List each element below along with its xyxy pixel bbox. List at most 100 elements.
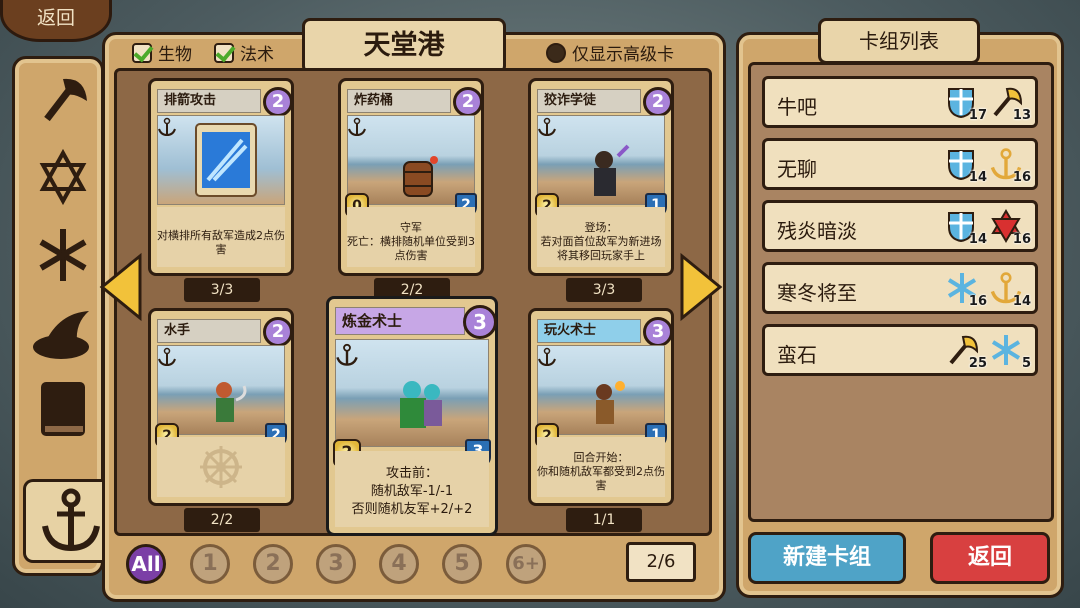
anchor-icon	[348, 117, 366, 137]
deck-name: 蛮石	[777, 343, 817, 367]
card-name: 炼金术士	[335, 307, 465, 335]
axe-icon	[44, 78, 87, 122]
check-icon	[132, 42, 152, 63]
anchor-icon	[538, 347, 556, 367]
hat-tab[interactable]	[25, 299, 101, 367]
faction-count: 14	[1012, 294, 1031, 309]
card-cost: 2	[263, 317, 293, 347]
pager-cost-1[interactable]: 1	[190, 544, 230, 584]
card-count: 1/1	[566, 508, 642, 532]
deck-name: 残炎暗淡	[777, 219, 857, 243]
card-description: 守军 死亡：横排随机单位受到3点伤害	[347, 207, 475, 267]
anchor-icon	[158, 117, 176, 137]
card-cost: 3	[463, 305, 497, 339]
deck-name: 寒冬将至	[777, 281, 857, 305]
star-icon: 16	[989, 209, 1031, 247]
pager-cost-2[interactable]: 2	[253, 544, 293, 584]
card-item-selected[interactable]: 炼金术士 3 2 3 攻击前： 随机敌军-1/-1 否则随机友军+2/+2	[326, 296, 498, 536]
filter-spell[interactable]: 法术	[214, 40, 274, 65]
faction-count: 13	[1012, 108, 1031, 123]
card-name: 水手	[157, 319, 261, 343]
snowflake-tab[interactable]	[25, 221, 101, 289]
deck-item[interactable]: 寒冬将至 16 14	[762, 262, 1038, 314]
pager-cost-5[interactable]: 5	[442, 544, 482, 584]
filter-creature[interactable]: 生物	[132, 40, 192, 65]
card-count: 3/3	[566, 278, 642, 302]
filter-spell-label: 法术	[240, 45, 274, 65]
deck-list-title: 卡组列表	[818, 18, 980, 64]
faction-count: 17	[968, 108, 987, 123]
anchor-icon	[158, 347, 176, 367]
deck-item[interactable]: 残炎暗淡 14 16	[762, 200, 1038, 252]
card-description: 回合开始： 你和随机敌军都受到2点伤害	[537, 437, 665, 497]
card-cost: 2	[453, 87, 483, 117]
next-page-arrow[interactable]	[678, 252, 724, 322]
card-name: 排箭攻击	[157, 89, 261, 113]
deck-name: 牛吧	[777, 95, 817, 119]
faction-count: 25	[968, 356, 987, 371]
axe-icon: 13	[989, 85, 1031, 123]
book-icon	[41, 382, 85, 436]
snowflake-icon: 16	[945, 271, 987, 309]
wizard-hat-icon	[33, 311, 89, 359]
card-cost: 2	[263, 87, 293, 117]
shield-icon: 14	[945, 209, 987, 247]
back-button[interactable]: 返回	[930, 532, 1050, 584]
card-name: 狡诈学徒	[537, 89, 641, 113]
faction-count: 5	[1021, 356, 1031, 371]
filter-advanced-label: 仅显示高级卡	[572, 45, 674, 65]
faction-count: 14	[968, 232, 987, 247]
snowflake-icon	[39, 229, 87, 281]
card-description: 攻击前： 随机敌军-1/-1 否则随机友军+2/+2	[335, 451, 489, 527]
radio-icon	[546, 42, 566, 63]
pager-cost-4[interactable]: 4	[379, 544, 419, 584]
prev-page-arrow[interactable]	[98, 252, 144, 322]
card-item[interactable]: 水手 2 2 2	[148, 308, 294, 506]
faction-count: 16	[968, 294, 987, 309]
card-description: 对横排所有敌军造成2点伤害	[157, 207, 285, 267]
deck-item[interactable]: 牛吧 17 13	[762, 76, 1038, 128]
filter-advanced-only[interactable]: 仅显示高级卡	[546, 40, 674, 65]
top-back-button[interactable]: 返回	[0, 0, 112, 42]
new-deck-button[interactable]: 新建卡组	[748, 532, 906, 584]
book-tab[interactable]	[25, 375, 101, 443]
pager-cost-3[interactable]: 3	[316, 544, 356, 584]
star-tab[interactable]	[25, 143, 101, 211]
axe-tab[interactable]	[25, 67, 101, 135]
card-item[interactable]: 炸药桶 2 0 2 守军 死亡：横排随机单位受到3点伤害	[338, 78, 484, 276]
filter-creature-label: 生物	[158, 45, 192, 65]
faction-count: 14	[968, 170, 987, 185]
deck-item[interactable]: 无聊 14 16	[762, 138, 1038, 190]
check-icon	[214, 42, 234, 63]
pager-all[interactable]: All	[126, 544, 166, 584]
ship-wheel-icon	[200, 446, 242, 488]
card-count: 3/3	[184, 278, 260, 302]
card-count: 2/2	[184, 508, 260, 532]
anchor-icon: 14	[989, 271, 1031, 309]
faction-count: 16	[1012, 170, 1031, 185]
pager-cost-6plus[interactable]: 6+	[506, 544, 546, 584]
axe-icon: 25	[945, 333, 987, 371]
shield-icon: 17	[945, 85, 987, 123]
anchor-icon	[538, 117, 556, 137]
card-description	[157, 437, 285, 497]
card-item[interactable]: 玩火术士 3 2 1 回合开始： 你和随机敌军都受到2点伤害	[528, 308, 674, 506]
card-item[interactable]: 排箭攻击 2 对横排所有敌军造成2点伤害	[148, 78, 294, 276]
card-cost: 3	[643, 317, 673, 347]
snowflake-icon: 5	[989, 333, 1031, 371]
faction-count: 16	[1012, 232, 1031, 247]
card-name: 玩火术士	[537, 319, 641, 343]
anchor-icon	[336, 343, 358, 366]
card-item[interactable]: 狡诈学徒 2 2 1 登场： 若对面首位敌军为新进场将其移回玩家手上	[528, 78, 674, 276]
star-icon	[39, 148, 87, 206]
card-name: 炸药桶	[347, 89, 451, 113]
faction-tab-bar	[12, 56, 115, 576]
card-cost: 2	[643, 87, 673, 117]
deck-item[interactable]: 蛮石 25 5	[762, 324, 1038, 376]
anchor-icon: 16	[989, 147, 1031, 185]
page-title: 天堂港	[302, 18, 506, 74]
shield-icon: 14	[945, 147, 987, 185]
deck-name: 无聊	[777, 157, 817, 181]
anchor-icon	[41, 488, 100, 552]
card-description: 登场： 若对面首位敌军为新进场将其移回玩家手上	[537, 207, 665, 267]
